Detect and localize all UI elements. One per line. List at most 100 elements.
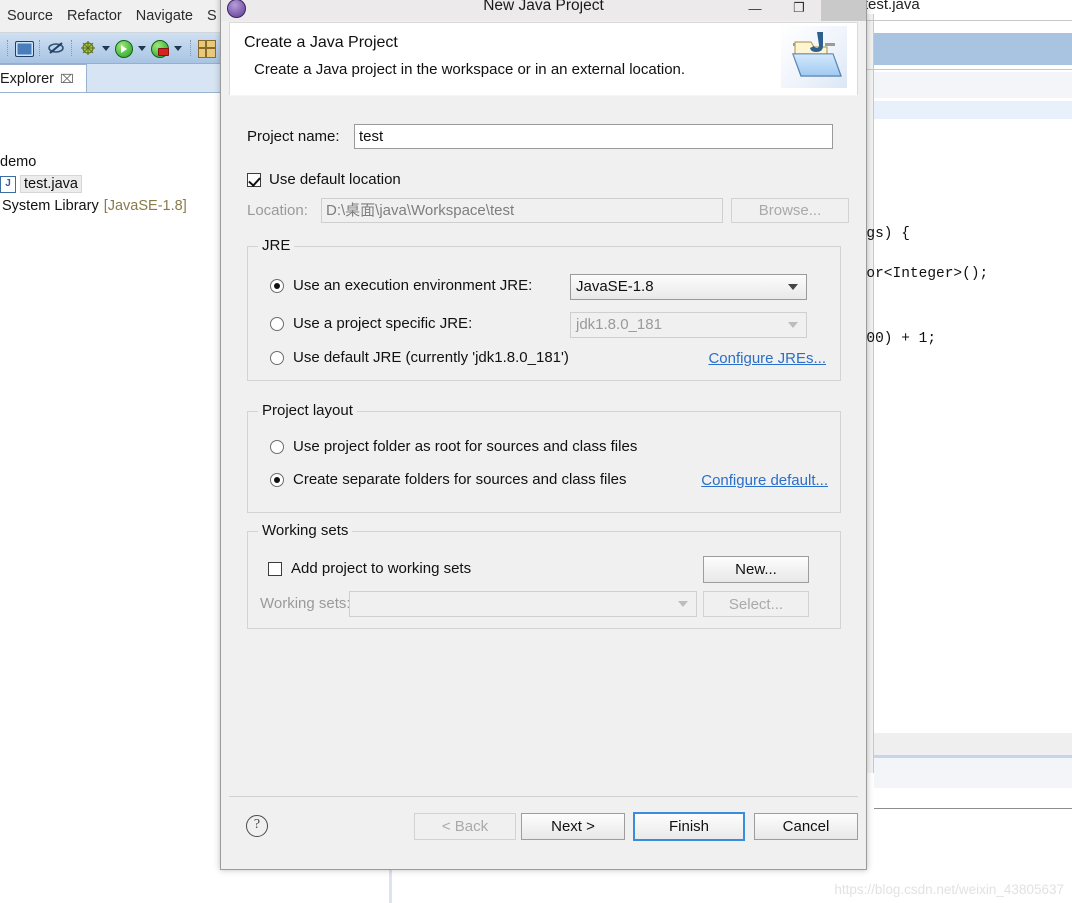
layout-project-folder-label: Use project folder as root for sources a… [293, 438, 638, 455]
close-button[interactable] [821, 0, 866, 21]
debug-icon[interactable] [79, 39, 97, 57]
jre-option-project-specific[interactable]: Use a project specific JRE: [270, 315, 472, 332]
working-sets-combo[interactable] [349, 591, 697, 617]
use-default-location-checkbox[interactable] [247, 172, 261, 187]
package-explorer-tree[interactable]: demo J test.java System Library [JavaSE-… [0, 93, 232, 903]
close-icon[interactable]: ⌧ [60, 72, 74, 86]
execution-environment-value: JavaSE-1.8 [576, 278, 654, 295]
dialog-body: Project name: Use default location Locat… [229, 95, 858, 797]
run-external-icon[interactable] [151, 39, 169, 58]
location-input[interactable]: D:\桌面\java\Workspace\test [321, 198, 723, 223]
window-buttons: — ❐ [733, 0, 866, 21]
dialog-header-subtitle: Create a Java project in the workspace o… [254, 61, 686, 78]
dialog-header: Create a Java Project Create a Java proj… [229, 22, 858, 96]
skip-breakpoints-icon[interactable] [47, 39, 65, 57]
toolbar-separator [7, 40, 9, 56]
jre-project-specific-radio[interactable] [270, 316, 284, 331]
dialog-titlebar[interactable]: New Java Project — ❐ [221, 0, 866, 21]
tree-item-suffix: [JavaSE-1.8] [103, 198, 187, 214]
ide-menubar: Source Refactor Navigate S [0, 0, 232, 33]
location-label: Location: [247, 202, 308, 219]
working-sets-label: Working sets: [260, 595, 351, 612]
menu-item-refactor[interactable]: Refactor [60, 8, 129, 24]
project-specific-jre-value: jdk1.8.0_181 [576, 316, 662, 333]
configure-default-link[interactable]: Configure default... [701, 472, 828, 489]
jre-default-radio[interactable] [270, 350, 284, 365]
layout-separate-folders-radio[interactable] [270, 472, 284, 487]
jre-project-specific-label: Use a project specific JRE: [293, 315, 473, 332]
editor-band [874, 758, 1072, 788]
project-name-input[interactable] [354, 124, 833, 149]
layout-project-folder-radio[interactable] [270, 439, 284, 454]
chevron-down-icon [788, 284, 798, 290]
editor-divider [861, 69, 1072, 70]
jre-option-execution-env[interactable]: Use an execution environment JRE: [270, 277, 532, 294]
use-default-location-row[interactable]: Use default location [247, 171, 401, 188]
monitor-icon[interactable] [15, 39, 34, 57]
finish-button[interactable]: Finish [633, 812, 745, 841]
select-working-set-button[interactable]: Select... [703, 591, 809, 617]
browse-button[interactable]: Browse... [731, 198, 849, 223]
project-layout-legend: Project layout [258, 402, 357, 419]
tree-item-test-java[interactable]: J test.java [0, 173, 232, 195]
cancel-button[interactable]: Cancel [754, 813, 858, 840]
explorer-tabstrip: Explorer ⌧ [0, 64, 232, 93]
project-specific-jre-combo[interactable]: jdk1.8.0_181 [570, 312, 807, 338]
menu-item-navigate[interactable]: Navigate [129, 8, 200, 24]
tree-item-demo[interactable]: demo [0, 151, 232, 173]
jre-execution-env-radio[interactable] [270, 278, 284, 293]
jre-option-default[interactable]: Use default JRE (currently 'jdk1.8.0_181… [270, 349, 569, 366]
next-button[interactable]: Next > [521, 813, 625, 840]
working-sets-group: Working sets Add project to working sets… [247, 522, 841, 629]
jre-execution-env-label: Use an execution environment JRE: [293, 277, 533, 294]
code-line: (400) + 1; [855, 331, 937, 347]
dialog-header-title: Create a Java Project [244, 34, 398, 51]
project-layout-group: Project layout Use project folder as roo… [247, 402, 841, 513]
configure-jres-link[interactable]: Configure JREs... [708, 350, 826, 367]
tree-item-label: test.java [20, 175, 82, 193]
layout-separate-folders-label: Create separate folders for sources and … [293, 471, 627, 488]
new-table-icon[interactable] [198, 39, 216, 58]
run-icon[interactable] [115, 39, 133, 58]
editor-divider [874, 808, 1072, 809]
workspace-divider [389, 866, 392, 903]
eclipse-icon [227, 0, 246, 18]
use-default-location-label: Use default location [269, 171, 401, 188]
toolbar-separator [39, 40, 41, 56]
layout-option-separate-folders[interactable]: Create separate folders for sources and … [270, 471, 627, 488]
maximize-button[interactable]: ❐ [777, 0, 821, 21]
back-button[interactable]: < Back [414, 813, 516, 840]
help-icon[interactable]: ? [246, 815, 268, 837]
editor-band [874, 72, 1072, 98]
editor-highlight-band [874, 101, 1072, 119]
add-to-working-sets-row[interactable]: Add project to working sets [268, 560, 471, 577]
new-working-set-button[interactable]: New... [703, 556, 809, 583]
chevron-down-icon [678, 601, 688, 607]
run-dropdown-caret-icon[interactable] [138, 45, 146, 51]
menu-item-source[interactable]: Source [0, 8, 60, 24]
jre-default-label: Use default JRE (currently 'jdk1.8.0_181… [293, 349, 569, 366]
execution-environment-combo[interactable]: JavaSE-1.8 [570, 274, 807, 300]
toolbar-separator [190, 40, 192, 56]
minimize-button[interactable]: — [733, 0, 777, 21]
code-line: ctor<Integer>(); [855, 266, 989, 282]
tree-item-label: demo [0, 154, 37, 170]
project-name-row: Project name: [247, 128, 340, 145]
tree-item-system-library[interactable]: System Library [JavaSE-1.8] [0, 195, 232, 217]
toolbar-separator [71, 40, 73, 56]
dialog-footer: ? < Back Next > Finish Cancel [229, 796, 858, 861]
watermark-text: https://blog.csdn.net/weixin_43805637 [834, 882, 1064, 897]
debug-dropdown-caret-icon[interactable] [102, 45, 110, 51]
run-external-dropdown-caret-icon[interactable] [174, 45, 182, 51]
tree-item-label: System Library [2, 198, 99, 214]
add-to-working-sets-checkbox[interactable] [268, 561, 282, 576]
project-name-label: Project name: [247, 128, 340, 145]
layout-option-project-folder[interactable]: Use project folder as root for sources a… [270, 438, 637, 455]
java-project-folder-icon [781, 26, 847, 88]
tab-package-explorer[interactable]: Explorer ⌧ [0, 64, 87, 92]
editor-divider [861, 20, 1072, 21]
editor-selected-band [874, 33, 1072, 65]
explorer-tab-label: Explorer [0, 70, 54, 87]
jre-group-legend: JRE [258, 237, 295, 254]
jre-group: JRE Use an execution environment JRE: Ja… [247, 237, 841, 381]
